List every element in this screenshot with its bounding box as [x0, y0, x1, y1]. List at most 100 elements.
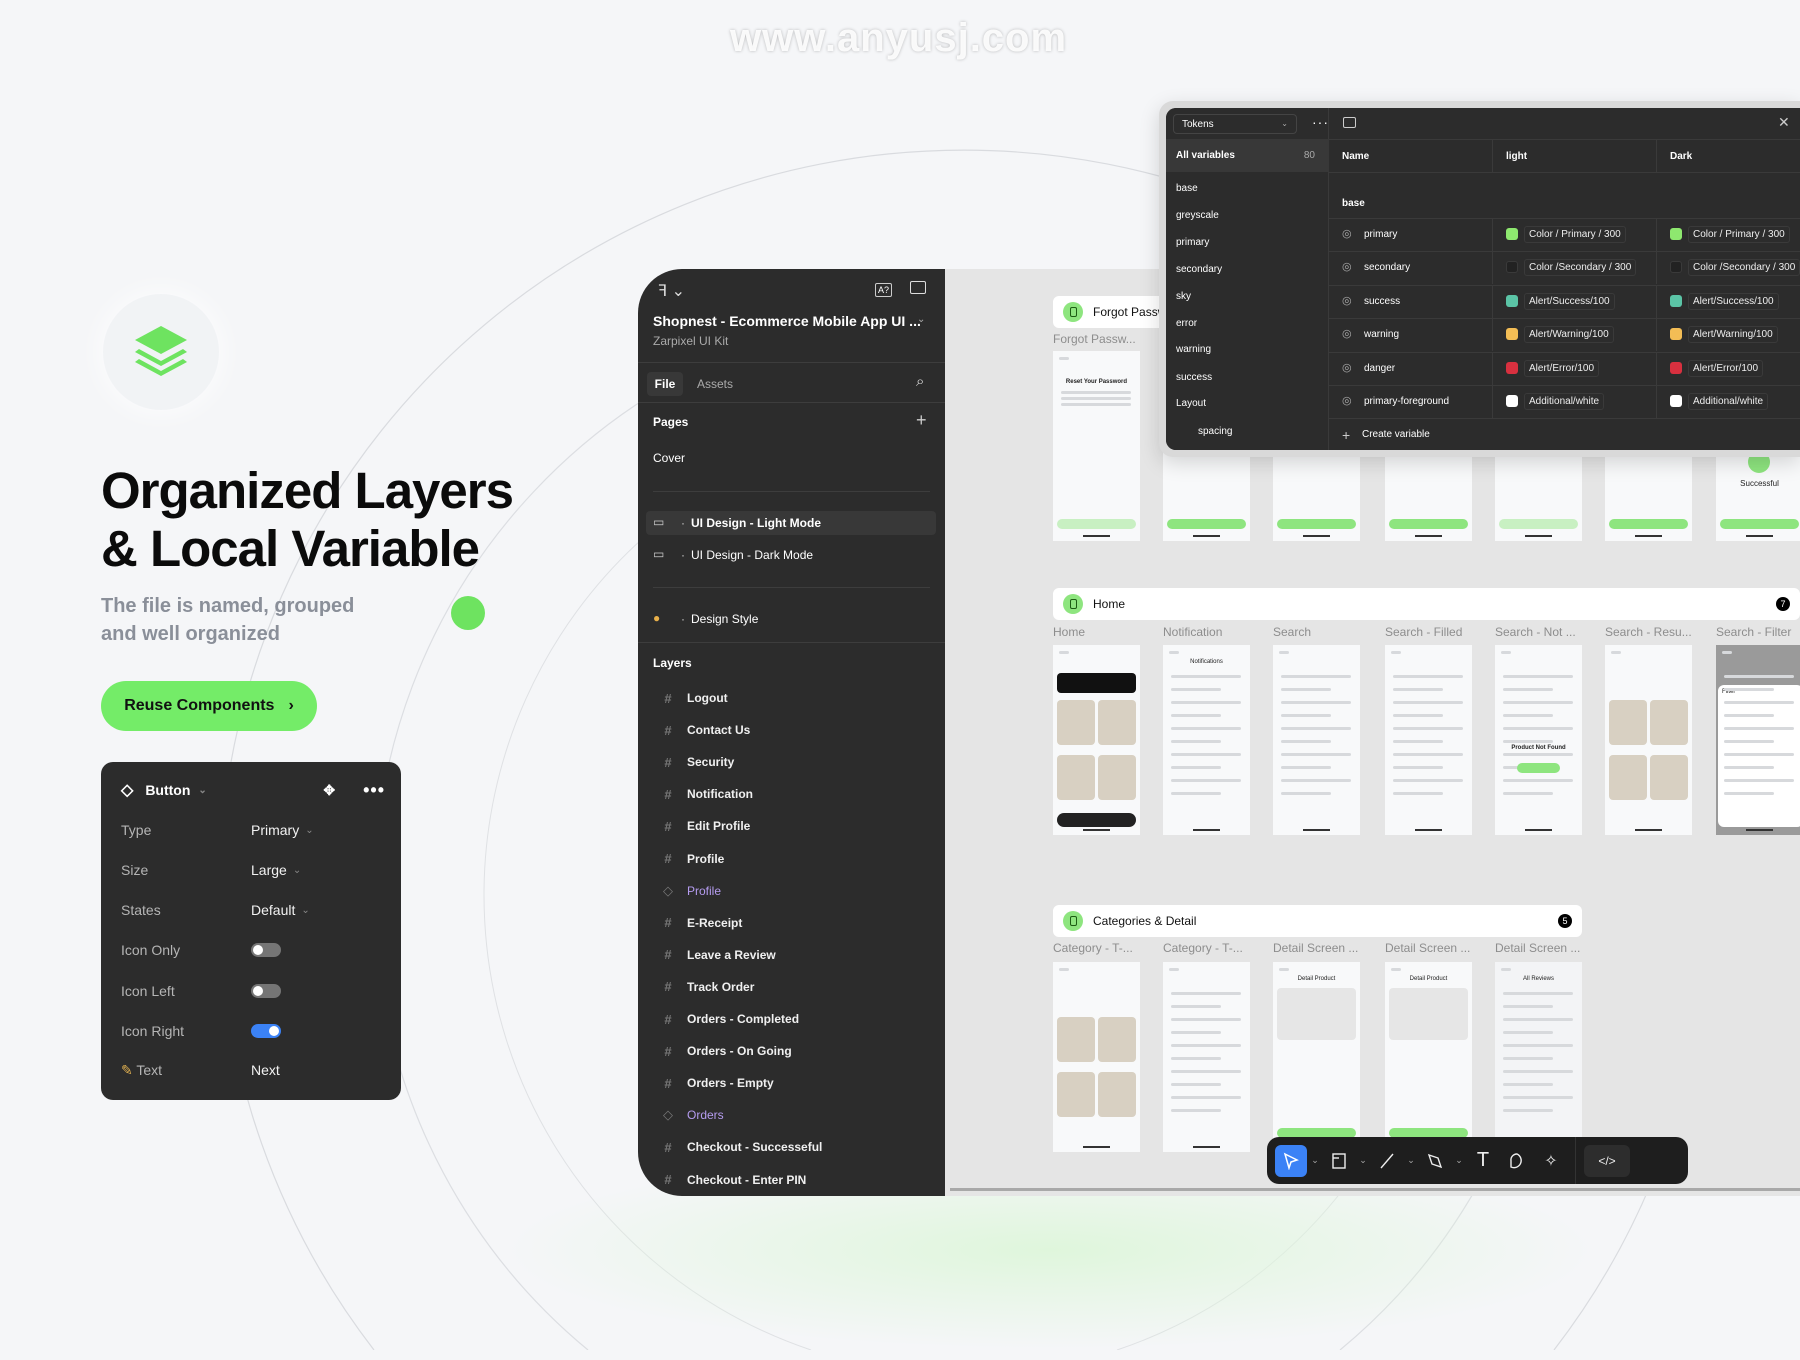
column-dark[interactable]: Dark — [1670, 151, 1692, 162]
search-icon[interactable]: ⌕ — [916, 373, 924, 390]
toggle-icon-right[interactable] — [251, 1024, 281, 1038]
light-value[interactable]: Alert/Success/100 — [1524, 292, 1615, 310]
color-swatch[interactable] — [1506, 361, 1518, 374]
variable-name[interactable]: secondary — [1364, 262, 1410, 273]
chevron-down-icon[interactable]: ⌄ — [1453, 1155, 1465, 1166]
text-tool[interactable]: T — [1467, 1145, 1499, 1177]
group-item[interactable]: error — [1176, 318, 1197, 329]
variable-name[interactable]: warning — [1364, 329, 1399, 340]
layer-item[interactable]: # Orders - On Going — [653, 1039, 791, 1063]
close-icon[interactable]: ✕ — [1778, 114, 1790, 131]
frame-label[interactable]: Notification — [1163, 625, 1222, 639]
chevron-down-icon[interactable]: ⌄ — [1357, 1155, 1369, 1166]
light-value[interactable]: Additional/white — [1524, 393, 1605, 410]
variable-name[interactable]: primary — [1364, 229, 1397, 240]
phone-frame-thumbnail[interactable]: All Reviews — [1495, 962, 1582, 1152]
chevron-down-icon[interactable]: ⌄ — [1405, 1155, 1417, 1166]
prop-select[interactable]: Primary ⌄ — [251, 822, 314, 838]
light-value[interactable]: Alert/Warning/100 — [1524, 326, 1614, 344]
phone-frame-thumbnail[interactable]: Notifications — [1163, 645, 1250, 835]
layer-item[interactable]: ◇ Profile — [653, 879, 721, 903]
group-item[interactable]: secondary — [1176, 264, 1222, 275]
all-variables-item[interactable]: All variables 80 — [1166, 139, 1329, 172]
color-swatch[interactable] — [1670, 228, 1682, 240]
prop-select[interactable]: Default ⌄ — [251, 902, 310, 918]
variable-name[interactable]: success — [1364, 296, 1400, 307]
pen-tool[interactable] — [1419, 1145, 1451, 1177]
dark-value[interactable]: Alert/Error/100 — [1688, 359, 1764, 377]
color-swatch[interactable] — [1670, 395, 1682, 407]
phone-frame-thumbnail[interactable] — [1273, 645, 1360, 835]
collection-dropdown[interactable]: Tokens ⌄ — [1173, 114, 1297, 134]
phone-frame-thumbnail[interactable] — [1605, 645, 1692, 835]
phone-frame-thumbnail[interactable] — [1053, 962, 1140, 1152]
tab-assets[interactable]: Assets — [697, 377, 733, 391]
sidebar-toggle-icon[interactable] — [910, 281, 926, 294]
tab-file[interactable]: File — [647, 372, 683, 396]
layer-item[interactable]: # Leave a Review — [653, 943, 775, 967]
frame-label[interactable]: Forgot Passw... — [1053, 332, 1136, 346]
layer-item[interactable]: # E-Receipt — [653, 911, 742, 935]
file-title[interactable]: Shopnest - Ecommerce Mobile App UI ... — [653, 313, 921, 329]
layer-item[interactable]: # Logout — [653, 686, 727, 710]
add-page-icon[interactable]: + — [916, 410, 927, 431]
frame-label[interactable]: Search - Not ... — [1495, 625, 1576, 639]
toggle-icon-only[interactable] — [251, 943, 281, 957]
frame-label[interactable]: Category - T-... — [1163, 941, 1243, 955]
comment-tool[interactable] — [1501, 1145, 1533, 1177]
color-swatch[interactable] — [1506, 228, 1518, 240]
dark-value[interactable]: Additional/white — [1688, 393, 1769, 410]
page-design-style[interactable]: Design Style — [691, 612, 758, 626]
phone-frame-thumbnail[interactable]: Product Not Found — [1495, 645, 1582, 835]
layer-item[interactable]: # Edit Profile — [653, 814, 750, 838]
variable-name[interactable]: primary-foreground — [1364, 396, 1449, 407]
ai-accessibility-icon[interactable]: A? — [875, 283, 893, 297]
phone-frame-thumbnail[interactable]: Detail Product — [1385, 962, 1472, 1152]
layer-item[interactable]: # Checkout - Successeful — [653, 1135, 822, 1159]
phone-frame-thumbnail[interactable] — [1163, 962, 1250, 1152]
layer-item[interactable]: # Orders - Completed — [653, 1007, 799, 1031]
phone-frame-thumbnail[interactable] — [1385, 645, 1472, 835]
color-swatch[interactable] — [1506, 261, 1518, 274]
phone-frame-thumbnail[interactable] — [1053, 645, 1140, 835]
frame-label[interactable]: Search - Resu... — [1605, 625, 1692, 639]
page-cover[interactable]: Cover — [653, 451, 685, 465]
light-value[interactable]: Alert/Error/100 — [1524, 359, 1600, 377]
light-value[interactable]: Color /Secondary / 300 — [1524, 259, 1637, 277]
frame-label[interactable]: Search - Filled — [1385, 625, 1462, 639]
color-swatch[interactable] — [1670, 361, 1682, 374]
group-item[interactable]: Layout — [1176, 398, 1206, 409]
layer-item[interactable]: # Track Order — [653, 975, 754, 999]
layer-item[interactable]: # Security — [653, 750, 734, 774]
chevron-down-icon[interactable]: ⌄ — [1309, 1155, 1321, 1166]
frame-label[interactable]: Home — [1053, 625, 1085, 639]
group-item[interactable]: success — [1176, 372, 1212, 383]
group-item[interactable]: primary — [1176, 237, 1209, 248]
frame-tool[interactable] — [1323, 1145, 1355, 1177]
color-swatch[interactable] — [1670, 294, 1682, 307]
dark-value[interactable]: Color /Secondary / 300 — [1688, 259, 1800, 277]
line-tool[interactable] — [1371, 1145, 1403, 1177]
section-header[interactable]: Home 7 — [1053, 588, 1800, 620]
group-item[interactable]: base — [1176, 183, 1198, 194]
reuse-components-button[interactable]: Reuse Components › — [101, 681, 317, 731]
light-value[interactable]: Color / Primary / 300 — [1524, 226, 1626, 243]
ai-tool[interactable]: ✧ — [1535, 1145, 1567, 1177]
dev-mode-toggle[interactable]: </> — [1584, 1144, 1630, 1177]
column-light[interactable]: light — [1506, 151, 1527, 162]
color-swatch[interactable] — [1506, 395, 1518, 407]
component-set-icon[interactable]: ✥ — [323, 782, 335, 799]
layer-item[interactable]: ◇ Orders — [653, 1103, 724, 1127]
canvas-horizontal-scrollbar[interactable] — [950, 1188, 1800, 1191]
phone-frame-thumbnail[interactable]: Filter — [1716, 645, 1800, 835]
dark-value[interactable]: Alert/Success/100 — [1688, 292, 1779, 310]
layer-item[interactable]: # Profile — [653, 847, 724, 871]
dark-value[interactable]: Color / Primary / 300 — [1688, 226, 1790, 243]
group-item[interactable]: spacing — [1198, 426, 1232, 437]
frame-label[interactable]: Search — [1273, 625, 1311, 639]
variable-name[interactable]: danger — [1364, 363, 1395, 374]
dark-value[interactable]: Alert/Warning/100 — [1688, 326, 1778, 344]
toggle-icon-left[interactable] — [251, 984, 281, 998]
color-swatch[interactable] — [1506, 328, 1518, 341]
section-header[interactable]: Categories & Detail 5 — [1053, 905, 1582, 937]
